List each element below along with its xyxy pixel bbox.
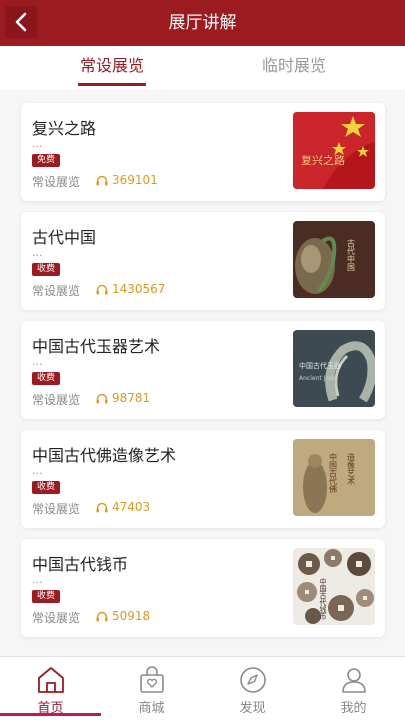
exhibit-list: 复兴之路 ... 免费 常设展览 369101 复兴之路 古代中国 ... 收费… [0,90,405,656]
nav-item-discover[interactable]: 发现 [202,657,303,720]
exhibit-card[interactable]: 中国古代钱币 ... 收费 常设展览 50918 中国古代钱币 [21,539,385,637]
tab-bar: 常设展览 临时展览 [0,46,405,90]
back-button[interactable] [5,6,37,38]
nav-item-profile[interactable]: 我的 [303,657,404,720]
price-badge: 收费 [32,590,60,603]
headphones-icon [96,502,108,512]
svg-text:中国古代佛: 中国古代佛 [329,452,338,494]
bottom-navigation: 首页 商城 发现 我的 [0,656,405,720]
headphones-icon [96,175,108,185]
listen-count-value: 98781 [112,391,151,405]
price-badge: 收费 [32,481,60,494]
exhibit-card[interactable]: 中国古代佛造像艺术 ... 收费 常设展览 47403 中国古代佛 造像艺术 [21,430,385,528]
price-badge: 收费 [32,372,60,385]
svg-text:复兴之路: 复兴之路 [301,153,345,167]
exhibit-title: 中国古代佛造像艺术 [32,446,177,465]
nav-label: 我的 [340,701,367,716]
headphones-icon [96,611,108,621]
tab-temporary-exhibitions[interactable]: 临时展览 [224,46,364,90]
nav-label: 商城 [138,701,165,716]
exhibit-summary: ... [32,246,43,259]
thumbnail-ancient-coins: 中国古代钱币 [293,548,375,625]
price-badge: 收费 [32,263,60,276]
svg-text:中国古代钱币: 中国古代钱币 [319,577,327,621]
listen-count: 98781 [96,391,150,405]
exhibit-title: 古代中国 [32,228,97,247]
home-icon [38,667,64,693]
exhibit-type: 常设展览 [32,393,81,407]
headphones-icon [96,284,108,294]
thumbnail-ancient-jade: 中国古代玉器 Ancient Jade [293,330,375,407]
listen-count-value: 1430567 [112,282,166,296]
exhibit-summary: ... [32,137,43,150]
price-badge: 免费 [32,154,60,167]
listen-count-value: 50918 [112,609,151,623]
active-nav-indicator [0,713,101,716]
svg-text:Ancient Jade: Ancient Jade [299,375,337,382]
exhibit-type: 常设展览 [32,175,81,189]
exhibit-title: 中国古代钱币 [32,555,129,574]
shopping-bag-icon [140,666,164,693]
user-icon [342,668,366,693]
exhibit-summary: ... [32,464,43,477]
thumbnail-ancient-china: 古代中国 [293,221,375,298]
listen-count: 369101 [96,173,158,187]
listen-count: 47403 [96,500,150,514]
svg-text:造像艺术: 造像艺术 [347,452,356,486]
back-arrow-icon [15,12,27,32]
exhibit-title: 中国古代玉器艺术 [32,337,161,356]
exhibit-type: 常设展览 [32,611,81,625]
nav-item-shop[interactable]: 商城 [101,657,202,720]
thumbnail-buddhist-statue: 中国古代佛 造像艺术 [293,439,375,516]
nav-label: 发现 [239,701,266,716]
exhibit-summary: ... [32,355,43,368]
page-title: 展厅讲解 [168,13,237,33]
svg-text:古代中国: 古代中国 [347,238,356,272]
nav-item-home[interactable]: 首页 [0,657,101,720]
exhibit-card[interactable]: 复兴之路 ... 免费 常设展览 369101 复兴之路 [21,103,385,201]
listen-count: 1430567 [96,282,165,296]
top-bar: 展厅讲解 [0,0,405,46]
thumbnail-revival-road: 复兴之路 [293,112,375,189]
exhibit-summary: ... [32,573,43,586]
listen-count: 50918 [96,609,150,623]
active-tab-indicator [78,83,146,86]
svg-text:中国古代玉器: 中国古代玉器 [299,361,341,370]
exhibit-card[interactable]: 古代中国 ... 收费 常设展览 1430567 古代中国 [21,212,385,310]
exhibit-title: 复兴之路 [32,119,97,138]
headphones-icon [96,393,108,403]
listen-count-value: 369101 [112,173,158,187]
exhibit-type: 常设展览 [32,284,81,298]
listen-count-value: 47403 [112,500,151,514]
compass-icon [240,667,266,693]
exhibit-card[interactable]: 中国古代玉器艺术 ... 收费 常设展览 98781 中国古代玉器 Ancien… [21,321,385,419]
exhibit-type: 常设展览 [32,502,81,516]
